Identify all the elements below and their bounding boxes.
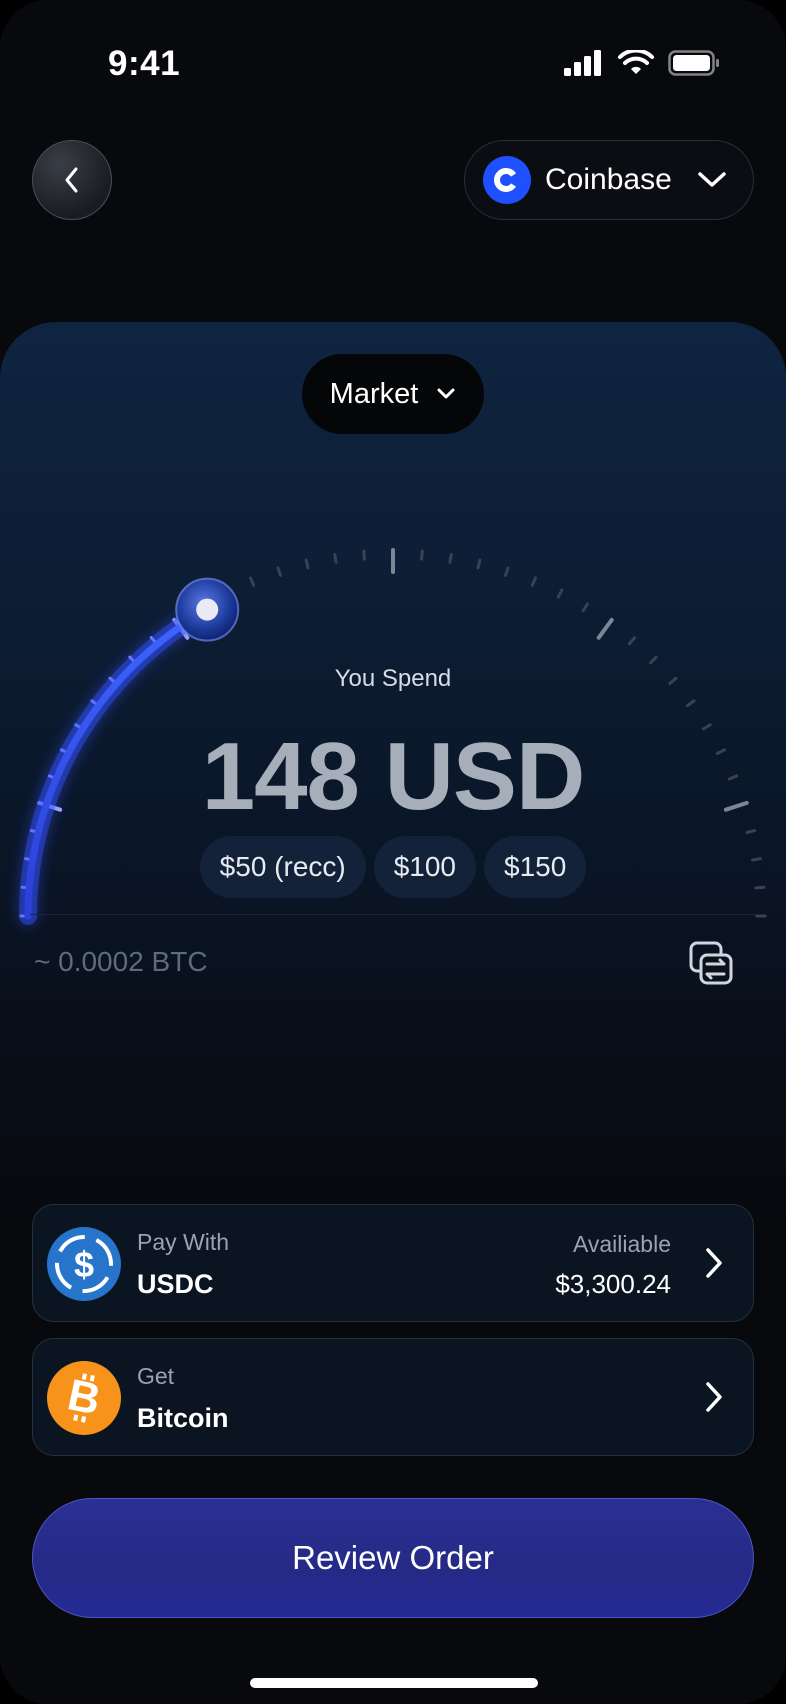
gauge-tick [556, 588, 564, 599]
chevron-down-icon [437, 388, 455, 399]
gauge-tick [530, 576, 537, 587]
quick-amounts: $50 (recc) $100 $150 [0, 836, 786, 898]
signal-icon [564, 50, 601, 76]
coinbase-logo-icon [483, 156, 531, 204]
gauge-handle[interactable] [175, 577, 240, 642]
quick-amount-chip[interactable]: $100 [373, 836, 477, 898]
swap-icon[interactable] [688, 940, 734, 986]
chevron-right-icon [706, 1248, 722, 1278]
wifi-icon [618, 50, 654, 74]
divider [30, 914, 760, 915]
quick-amount-chip[interactable]: $150 [484, 836, 587, 898]
chevron-left-icon [65, 167, 78, 193]
btc-estimate: ~ 0.0002 BTC [34, 946, 208, 977]
status-bar: 9:41 [0, 0, 786, 120]
order-type-label: Market [329, 377, 419, 410]
usdc-icon: $ [47, 1227, 121, 1301]
home-indicator [250, 1678, 538, 1688]
gauge-tick [581, 602, 589, 613]
gauge-tick [333, 553, 338, 564]
pay-with-caption: Pay With [137, 1229, 230, 1255]
back-button[interactable] [32, 140, 112, 220]
available-label: Availiable [572, 1231, 671, 1257]
gauge-tick [476, 558, 482, 570]
get-row[interactable]: B Get Bitcoin [32, 1338, 754, 1456]
get-caption: Get [137, 1363, 175, 1389]
status-time: 9:41 [108, 44, 181, 83]
gauge-tick [504, 566, 510, 577]
pay-with-row[interactable]: $ Pay With USDC Availiable $3,300.24 [32, 1204, 754, 1322]
order-type-dropdown[interactable]: Market [302, 354, 484, 434]
bitcoin-icon: B [47, 1361, 121, 1435]
exchange-name: Coinbase [545, 163, 672, 196]
battery-icon [668, 50, 719, 76]
gauge-tick [648, 655, 658, 665]
chevron-down-icon [698, 172, 726, 187]
gauge-tick [420, 549, 424, 561]
available-balance: $3,300.24 [555, 1269, 671, 1299]
gauge-tick [362, 549, 366, 561]
chevron-right-icon [706, 1382, 722, 1412]
gauge-tick [627, 636, 637, 646]
spend-label: You Spend [334, 665, 452, 692]
svg-text:$: $ [74, 1244, 94, 1285]
review-order-button[interactable]: Review Order [32, 1498, 754, 1618]
gauge-tick [276, 566, 282, 577]
quick-amount-chip[interactable]: $50 (recc) [199, 836, 366, 898]
status-icons [564, 50, 720, 76]
gauge-tick [249, 576, 256, 587]
spend-amount[interactable]: 148 USD [0, 722, 786, 832]
gauge-tick [304, 558, 310, 570]
gauge-tick [596, 617, 614, 640]
exchange-selector[interactable]: Coinbase [464, 140, 754, 220]
gauge-tick [448, 553, 453, 564]
pay-with-asset: USDC [137, 1269, 214, 1299]
get-asset: Bitcoin [137, 1403, 229, 1433]
buy-screen: 9:41 Coinbase Market You Spend 148 USD $… [0, 0, 786, 1704]
gauge-tick [686, 699, 696, 708]
